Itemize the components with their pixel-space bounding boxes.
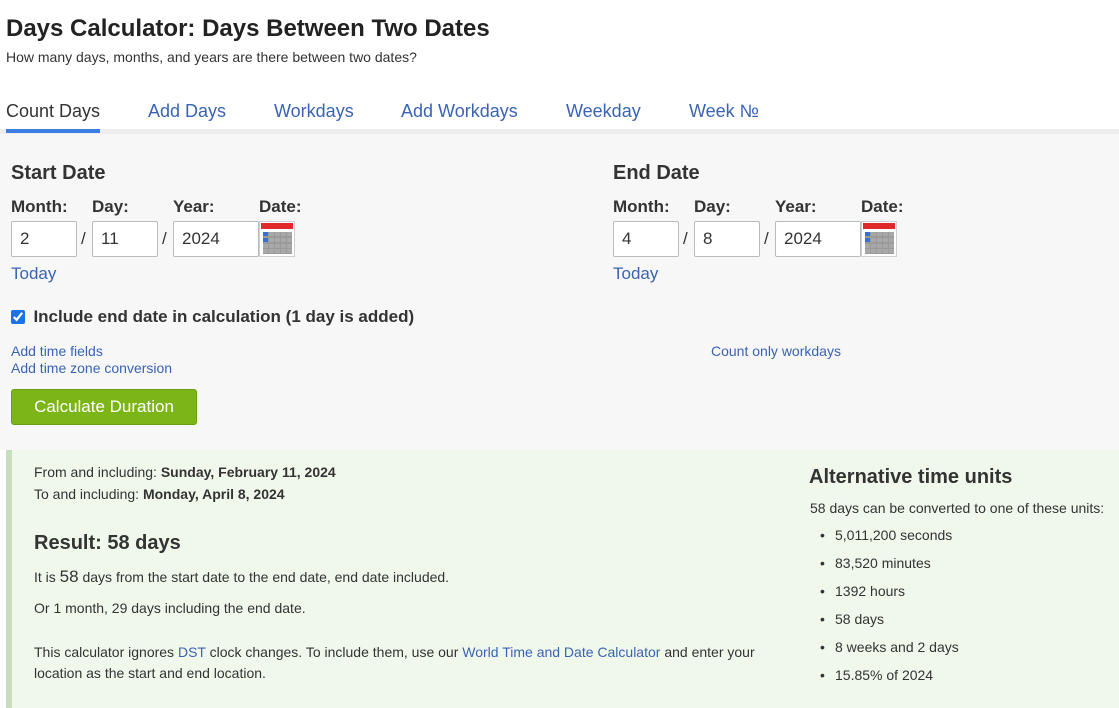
date-form: Start Date Month: Day: Year: Date: / / T… — [0, 134, 1119, 450]
date-separator: / — [162, 229, 167, 248]
tab-add-workdays[interactable]: Add Workdays — [401, 101, 518, 122]
add-time-fields-link[interactable]: Add time fields — [11, 343, 103, 359]
world-time-calculator-link[interactable]: World Time and Date Calculator — [462, 644, 660, 660]
start-day-input[interactable] — [92, 221, 158, 257]
tab-workdays[interactable]: Workdays — [274, 101, 354, 122]
end-day-input[interactable] — [694, 221, 760, 257]
alternative-units-intro: 58 days can be converted to one of these… — [810, 500, 1105, 516]
result-line-1-suffix: days from the start date to the end date… — [82, 569, 450, 585]
end-month-label: Month: — [613, 197, 670, 216]
result-days-count: 58 — [59, 567, 79, 586]
start-today-link[interactable]: Today — [11, 264, 56, 284]
start-year-label: Year: — [173, 197, 215, 216]
end-date-heading: End Date — [613, 162, 700, 184]
date-separator: / — [81, 229, 86, 248]
end-year-input[interactable] — [775, 221, 861, 257]
from-prefix: From and including: — [34, 464, 157, 480]
date-separator: / — [683, 229, 688, 248]
add-timezone-link[interactable]: Add time zone conversion — [11, 360, 172, 376]
dst-link[interactable]: DST — [178, 644, 206, 660]
alt-unit-item: 83,520 minutes — [811, 554, 959, 582]
tab-count-days[interactable]: Count Days — [6, 101, 100, 122]
alternative-units-list: 5,011,200 seconds 83,520 minutes 1392 ho… — [811, 526, 959, 694]
alt-unit-item: 58 days — [811, 610, 959, 638]
dst-note-middle: clock changes. To include them, use our — [209, 644, 459, 660]
end-year-label: Year: — [775, 197, 817, 216]
alt-unit-item: 15.85% of 2024 — [811, 666, 959, 694]
active-tab-indicator — [6, 129, 100, 133]
dst-note-line-2: location as the start and end location. — [34, 665, 266, 681]
count-workdays-link[interactable]: Count only workdays — [711, 343, 841, 359]
dst-note-prefix: This calculator ignores — [34, 644, 175, 660]
page-subtitle: How many days, months, and years are the… — [6, 49, 417, 65]
start-date-heading: Start Date — [11, 162, 106, 184]
start-month-label: Month: — [11, 197, 68, 216]
start-date-label: Date: — [259, 197, 302, 216]
from-date: Sunday, February 11, 2024 — [160, 464, 336, 480]
end-month-input[interactable] — [613, 221, 679, 257]
include-end-date-option[interactable]: Include end date in calculation (1 day i… — [11, 307, 414, 327]
include-end-date-label: Include end date in calculation (1 day i… — [33, 307, 415, 326]
to-date: Monday, April 8, 2024 — [142, 486, 285, 502]
tab-week-number[interactable]: Week № — [689, 101, 759, 122]
alt-unit-item: 5,011,200 seconds — [811, 526, 959, 554]
alt-unit-item: 1392 hours — [811, 582, 959, 610]
end-today-link[interactable]: Today — [613, 264, 658, 284]
result-line-1-prefix: It is — [34, 569, 56, 585]
result-panel: From and including: Sunday, February 11,… — [6, 450, 1119, 708]
alt-unit-item: 8 weeks and 2 days — [811, 638, 959, 666]
dst-note: This calculator ignores DST clock change… — [34, 644, 755, 660]
dst-note-suffix: and enter your — [664, 644, 755, 660]
to-line: To and including: Monday, April 8, 2024 — [34, 486, 285, 502]
include-end-date-checkbox[interactable] — [11, 310, 25, 324]
start-year-input[interactable] — [173, 221, 259, 257]
calculate-duration-button[interactable]: Calculate Duration — [11, 389, 197, 425]
start-month-input[interactable] — [11, 221, 77, 257]
page-title: Days Calculator: Days Between Two Dates — [6, 15, 490, 42]
end-day-label: Day: — [694, 197, 731, 216]
end-calendar-icon[interactable] — [861, 221, 897, 257]
start-calendar-icon[interactable] — [259, 221, 295, 257]
end-date-label: Date: — [861, 197, 904, 216]
from-line: From and including: Sunday, February 11,… — [34, 464, 336, 480]
result-heading: Result: 58 days — [34, 532, 181, 554]
start-day-label: Day: — [92, 197, 129, 216]
to-prefix: To and including: — [34, 486, 140, 502]
alternative-units-heading: Alternative time units — [809, 466, 1013, 488]
tab-weekday[interactable]: Weekday — [566, 101, 641, 122]
tab-add-days[interactable]: Add Days — [148, 101, 226, 122]
date-separator: / — [764, 229, 769, 248]
calculator-tabs: Count Days Add Days Workdays Add Workday… — [0, 88, 1119, 134]
result-line-1: It is 58 days from the start date to the… — [34, 567, 449, 587]
result-line-2: Or 1 month, 29 days including the end da… — [34, 600, 306, 616]
